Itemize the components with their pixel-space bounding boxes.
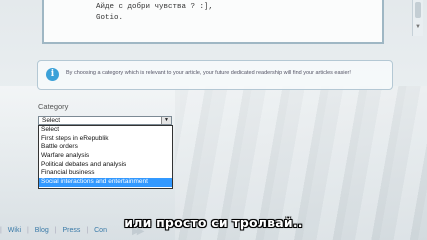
- category-select[interactable]: Select ▼: [38, 116, 172, 125]
- category-select-value: Select: [42, 117, 61, 124]
- category-option-first-steps[interactable]: First steps in eRepublik: [39, 135, 172, 144]
- category-dropdown-list: Select First steps in eRepublik Battle o…: [38, 125, 173, 189]
- editor-scrollbar[interactable]: ▼: [412, 0, 423, 36]
- info-box: i By choosing a category which is releva…: [37, 60, 393, 90]
- category-option-social-interactions[interactable]: Social interactions and entertainment: [39, 178, 172, 187]
- category-option-warfare-analysis[interactable]: Warfare analysis: [39, 152, 172, 161]
- category-option-political-debates[interactable]: Political debates and analysis: [39, 161, 172, 170]
- video-subtitle: или просто си тролвай..: [124, 215, 303, 230]
- dropdown-arrow-icon[interactable]: ▼: [161, 117, 171, 124]
- category-option-select[interactable]: Select: [39, 126, 172, 135]
- editor-line-1: Айде с добри чувства ? :],: [96, 3, 214, 11]
- category-option-battle-orders[interactable]: Battle orders: [39, 143, 172, 152]
- editor-content[interactable]: Айде с добри чувства ? :], Gotio.: [96, 2, 213, 24]
- category-option-financial-business[interactable]: Financial business: [39, 169, 172, 178]
- scroll-down-arrow-icon[interactable]: ▼: [415, 24, 421, 30]
- scrollbar-thumb[interactable]: [415, 2, 421, 18]
- info-text: By choosing a category which is relevant…: [66, 70, 351, 76]
- editor-line-2: Gotio.: [96, 14, 124, 22]
- category-label: Category: [38, 102, 69, 111]
- info-icon: i: [46, 68, 59, 81]
- article-editor[interactable]: Айде с добри чувства ? :], Gotio. ▼: [42, 0, 423, 44]
